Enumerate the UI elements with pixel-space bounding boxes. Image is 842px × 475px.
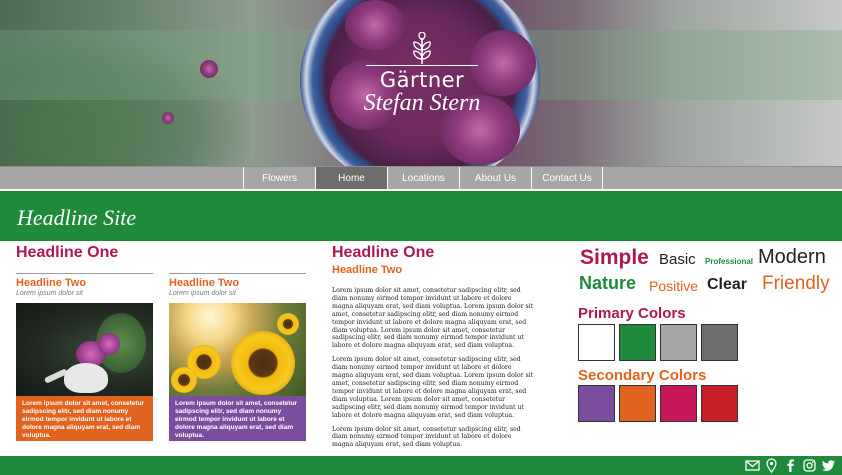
swatch-white[interactable]: [578, 324, 615, 361]
card-sunflowers[interactable]: Headline Two Lorem ipsum dolor sit Lorem…: [169, 273, 306, 441]
swatch-light-grey[interactable]: [660, 324, 697, 361]
logo-divider: [366, 65, 478, 66]
mail-icon[interactable]: [745, 458, 760, 473]
facebook-icon[interactable]: [783, 458, 798, 473]
card-subtitle: Lorem ipsum dolor sit: [169, 290, 236, 297]
secondary-swatches: [578, 385, 738, 422]
photo-sunflower: [171, 367, 197, 393]
article-headline: Headline One: [332, 244, 435, 261]
swatch-orange[interactable]: [619, 385, 656, 422]
swatch-red[interactable]: [701, 385, 738, 422]
swatch-magenta[interactable]: [660, 385, 697, 422]
keyword-basic: Basic: [659, 251, 696, 268]
card-title: Headline Two: [16, 277, 87, 289]
keyword-clear: Clear: [707, 276, 748, 293]
card-image-teapot: [16, 303, 153, 396]
nav-item-locations[interactable]: Locations: [387, 167, 459, 190]
article-column: Headline One Headline Two Lorem ipsum do…: [332, 244, 534, 455]
swatch-purple[interactable]: [578, 385, 615, 422]
keyword-nature: Nature: [579, 273, 637, 293]
article-paragraph: Lorem ipsum dolor sit amet, consetetur s…: [332, 356, 534, 419]
logo-title: Gärtner: [379, 68, 465, 92]
keyword-cloud: Simple Basic Professional Modern Nature …: [578, 244, 840, 300]
card-divider: [16, 273, 153, 274]
card-image-sunflowers: [169, 303, 306, 396]
instagram-icon[interactable]: [802, 458, 817, 473]
social-links: [745, 458, 836, 474]
nav-item-about-us[interactable]: About Us: [459, 167, 531, 190]
card-teapot[interactable]: Headline Two Lorem ipsum dolor sit Lorem…: [16, 273, 153, 441]
logo-name: Stefan Stern: [363, 90, 481, 116]
card-subtitle: Lorem ipsum dolor sit: [16, 290, 83, 297]
photo-sunflower: [277, 313, 299, 335]
site-logo[interactable]: Gärtner Stefan Stern: [360, 32, 484, 117]
photo-flower: [98, 333, 120, 355]
nav-item-flowers[interactable]: Flowers: [243, 167, 315, 190]
main-nav: Flowers Home Locations About Us Contact …: [243, 167, 603, 190]
photo-teapot: [64, 363, 108, 393]
card-body: Lorem ipsum dolor sit amet, consetetur s…: [169, 396, 306, 441]
primary-swatches: [578, 324, 738, 361]
swatch-dark-grey[interactable]: [701, 324, 738, 361]
keyword-simple: Simple: [580, 246, 649, 269]
secondary-colors-title: Secondary Colors: [578, 367, 707, 384]
nav-item-contact-us[interactable]: Contact Us: [531, 167, 603, 190]
footer: [0, 456, 842, 475]
keyword-modern: Modern: [758, 246, 826, 268]
sprout-icon: [413, 32, 431, 64]
photo-sunflower: [231, 331, 295, 395]
article-paragraph: Lorem ipsum dolor sit amet, consetetur s…: [332, 425, 521, 449]
keyword-friendly: Friendly: [762, 273, 830, 294]
keyword-professional: Professional: [705, 257, 754, 266]
left-headline: Headline One: [16, 244, 119, 261]
hero-bloom: [200, 60, 218, 78]
hero-bloom: [162, 112, 174, 124]
site-headline-bar: Headline Site: [0, 189, 842, 241]
primary-colors-title: Primary Colors: [578, 305, 686, 322]
twitter-icon[interactable]: [821, 458, 836, 473]
card-divider: [169, 273, 306, 274]
hero-banner: Gärtner Stefan Stern: [0, 0, 842, 166]
card-title: Headline Two: [169, 277, 240, 289]
main-nav-bar: Flowers Home Locations About Us Contact …: [0, 166, 842, 190]
site-headline: Headline Site: [17, 205, 137, 230]
swatch-green[interactable]: [619, 324, 656, 361]
keyword-positive: Positive: [649, 278, 699, 294]
nav-item-home[interactable]: Home: [315, 167, 387, 190]
location-pin-icon[interactable]: [764, 458, 779, 474]
article-subheadline: Headline Two: [332, 264, 403, 276]
card-body: Lorem ipsum dolor sit amet, consetetur s…: [16, 396, 153, 441]
article-paragraph: Lorem ipsum dolor sit amet, consetetur s…: [332, 287, 534, 350]
